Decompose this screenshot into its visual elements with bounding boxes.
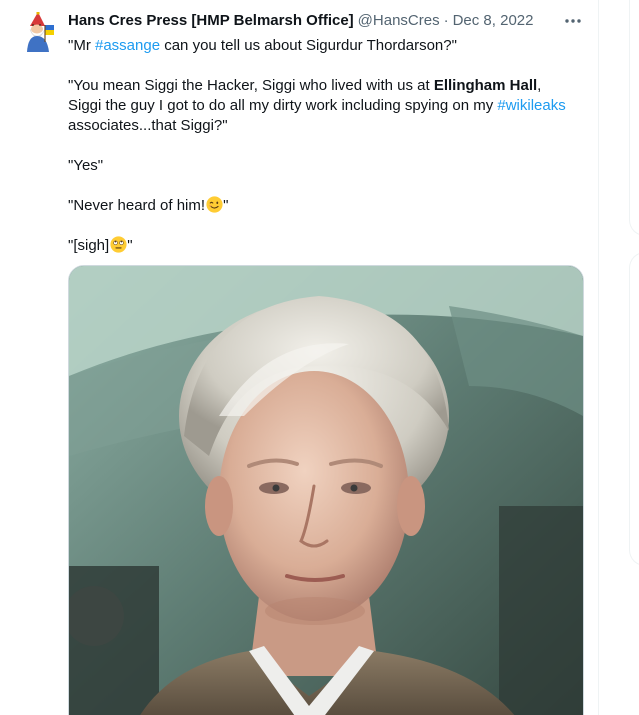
rolling-eyes-emoji-icon xyxy=(110,236,127,253)
hashtag-assange[interactable]: #assange xyxy=(95,37,160,54)
author-name[interactable]: Hans Cres Press [HMP Belmarsh Office] xyxy=(68,11,354,31)
hashtag-wikileaks[interactable]: #wikileaks xyxy=(497,97,565,114)
text-segment: " xyxy=(223,197,229,214)
more-button[interactable] xyxy=(560,10,586,32)
timeline-divider xyxy=(598,0,599,715)
text-segment: can you tell us about Sigurdur Thordarso… xyxy=(160,37,457,54)
sidebar-card-top xyxy=(629,0,639,236)
text-segment: Siggi the guy I got to do all my dirty w… xyxy=(68,97,498,114)
tweet-text: "Mr #assange can you tell us about Sigur… xyxy=(68,36,588,256)
sidebar-card-bottom xyxy=(629,252,639,566)
text-line: associates...that Siggi?" xyxy=(68,116,588,136)
text-line: "Mr #assange can you tell us about Sigur… xyxy=(68,36,588,56)
author-handle[interactable]: @HansCres xyxy=(358,11,440,31)
portrait-photo xyxy=(69,266,583,715)
text-segment: "You mean Siggi the Hacker, Siggi who li… xyxy=(68,77,434,94)
text-segment: "Mr xyxy=(68,37,95,54)
tweet[interactable]: Hans Cres Press [HMP Belmarsh Office] @H… xyxy=(0,0,598,715)
text-line: "Never heard of him! " xyxy=(68,196,588,216)
bold-text: Ellingham Hall xyxy=(433,77,538,94)
tweet-date[interactable]: Dec 8, 2022 xyxy=(453,11,534,31)
gnome-avatar-icon xyxy=(18,11,58,52)
text-segment: "Never heard of him! xyxy=(68,197,206,214)
tweet-photo[interactable] xyxy=(68,265,584,715)
text-segment: associates...that Siggi?" xyxy=(68,117,228,134)
text-segment: "Yes" xyxy=(68,157,104,174)
viewport: Hans Cres Press [HMP Belmarsh Office] @H… xyxy=(0,0,639,715)
text-line: "[sigh] " xyxy=(68,236,588,256)
text-segment: , xyxy=(537,77,542,94)
winking-face-emoji-icon xyxy=(206,196,223,213)
author-avatar[interactable] xyxy=(18,11,58,52)
more-horizontal-icon xyxy=(565,19,581,23)
text-segment: "[sigh] xyxy=(68,237,110,254)
tweet-header: Hans Cres Press [HMP Belmarsh Office] @H… xyxy=(68,11,533,31)
text-line: "Yes" xyxy=(68,156,588,176)
header-separator: · xyxy=(443,12,449,29)
text-segment: " xyxy=(127,237,133,254)
text-line: Siggi the guy I got to do all my dirty w… xyxy=(68,96,588,116)
text-line: "You mean Siggi the Hacker, Siggi who li… xyxy=(68,76,588,96)
